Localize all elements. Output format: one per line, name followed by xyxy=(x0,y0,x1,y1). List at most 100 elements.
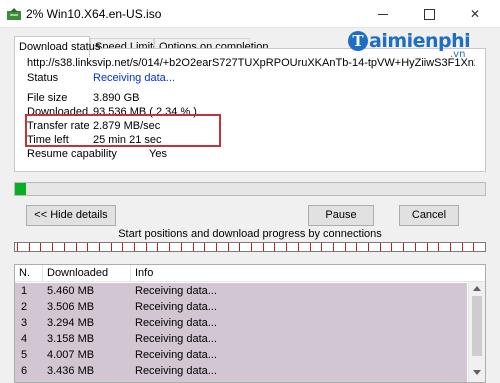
connection-marker xyxy=(181,243,182,251)
connection-marker xyxy=(403,243,404,251)
cell-number: 5 xyxy=(21,349,28,361)
scroll-down-icon[interactable] xyxy=(473,370,481,375)
connection-marker xyxy=(64,243,65,251)
connection-marker xyxy=(263,243,264,251)
cell-number: 3 xyxy=(21,317,28,329)
status-value: Receiving data... xyxy=(93,72,175,84)
vertical-scrollbar[interactable] xyxy=(468,282,485,382)
file-size-value: 3.890 GB xyxy=(93,92,140,104)
cell-downloaded: 3.696 MB xyxy=(47,379,94,382)
file-size-label: File size xyxy=(27,92,68,104)
table-row[interactable]: 5 4.007 MB Receiving data... xyxy=(15,347,467,363)
file-size-row: File size 3.890 GB xyxy=(27,92,467,106)
resume-row: Resume capability Yes xyxy=(27,148,467,162)
connection-marker xyxy=(216,243,217,251)
hide-details-button[interactable]: << Hide details xyxy=(26,205,116,226)
connection-marker xyxy=(99,243,100,251)
table-header: N. Downloaded Info xyxy=(15,265,485,282)
column-header-downloaded[interactable]: Downloaded xyxy=(43,265,131,282)
connection-marker xyxy=(391,243,392,251)
highlight-box xyxy=(25,114,221,147)
cell-number: 2 xyxy=(21,301,28,313)
cell-info: Receiving data... xyxy=(135,379,217,382)
connection-marker xyxy=(380,243,381,251)
connection-marker xyxy=(321,243,322,251)
connection-marker xyxy=(111,243,112,251)
scroll-up-icon[interactable] xyxy=(473,286,481,291)
download-dialog: Download status Speed Limiter Options on… xyxy=(0,28,500,383)
connection-marker xyxy=(76,243,77,251)
resume-value: Yes xyxy=(149,148,167,160)
connection-marker xyxy=(473,243,474,251)
logo-suffix: .vn xyxy=(450,49,466,60)
cell-downloaded: 3.294 MB xyxy=(47,317,95,329)
connections-progress-bar xyxy=(14,242,486,252)
connection-marker xyxy=(345,243,346,251)
pause-button[interactable]: Pause xyxy=(308,205,374,226)
scroll-thumb[interactable] xyxy=(472,296,482,356)
cell-number: 6 xyxy=(21,365,28,377)
cell-info: Receiving data... xyxy=(135,317,217,329)
connection-marker xyxy=(356,243,357,251)
connection-marker xyxy=(40,243,41,251)
connections-table: N. Downloaded Info 1 5.460 MB Receiving da… xyxy=(14,264,486,383)
cell-info: Receiving data... xyxy=(135,301,217,313)
title-bar: 2% Win10.X64.en-US.iso ✕ xyxy=(0,0,500,28)
cancel-button[interactable]: Cancel xyxy=(399,205,459,226)
cell-downloaded: 3.436 MB xyxy=(47,365,95,377)
connection-marker xyxy=(438,243,439,251)
connection-marker xyxy=(274,243,275,251)
download-progress-bar xyxy=(14,182,486,196)
connection-marker xyxy=(462,243,463,251)
connection-marker xyxy=(52,243,53,251)
connection-marker xyxy=(29,243,30,251)
column-header-info[interactable]: Info xyxy=(131,265,469,282)
cell-downloaded: 3.506 MB xyxy=(47,301,95,313)
connection-marker xyxy=(87,243,88,251)
close-button[interactable]: ✕ xyxy=(452,0,498,28)
connection-marker xyxy=(427,243,428,251)
connection-marker xyxy=(193,243,194,251)
table-row[interactable]: 3 3.294 MB Receiving data... xyxy=(15,315,467,331)
connection-marker xyxy=(169,243,170,251)
table-row[interactable]: 1 5.460 MB Receiving data... xyxy=(15,283,467,299)
connection-marker xyxy=(157,243,158,251)
minimize-button[interactable] xyxy=(360,0,406,28)
connection-marker xyxy=(122,243,123,251)
connection-marker xyxy=(134,243,135,251)
watermark-logo: T aimienphi .vn xyxy=(348,29,488,69)
connection-marker xyxy=(17,243,18,251)
connection-marker xyxy=(450,243,451,251)
connection-marker xyxy=(146,243,147,251)
cell-number: 4 xyxy=(21,333,28,345)
tab-download-status[interactable]: Download status xyxy=(14,36,100,57)
connection-marker xyxy=(333,243,334,251)
progress-fill xyxy=(15,183,26,195)
connection-marker xyxy=(251,243,252,251)
cell-info: Receiving data... xyxy=(135,333,217,345)
connections-label: Start positions and download progress by… xyxy=(118,228,382,240)
cell-number: 7 xyxy=(21,379,27,382)
cell-downloaded: 4.007 MB xyxy=(47,349,95,361)
maximize-button[interactable] xyxy=(406,0,452,28)
idm-download-icon xyxy=(7,8,21,20)
cell-downloaded: 5.460 MB xyxy=(47,285,95,297)
status-label: Status xyxy=(27,72,59,84)
cell-info: Receiving data... xyxy=(135,349,217,361)
connection-marker xyxy=(228,243,229,251)
table-row[interactable]: 4 3.158 MB Receiving data... xyxy=(15,331,467,347)
connection-marker xyxy=(204,243,205,251)
connection-marker xyxy=(415,243,416,251)
table-row[interactable]: 7 3.696 MB Receiving data... xyxy=(15,379,467,382)
resume-label: Resume capability xyxy=(27,148,117,160)
table-row[interactable]: 6 3.436 MB Receiving data... xyxy=(15,363,467,379)
connection-marker xyxy=(310,243,311,251)
cell-info: Receiving data... xyxy=(135,365,217,377)
logo-initial: T xyxy=(348,31,368,51)
cell-downloaded: 3.158 MB xyxy=(47,333,95,345)
cell-number: 1 xyxy=(21,285,28,297)
table-row[interactable]: 2 3.506 MB Receiving data... xyxy=(15,299,467,315)
column-header-number[interactable]: N. xyxy=(15,265,43,282)
connection-marker xyxy=(286,243,287,251)
window-title: 2% Win10.X64.en-US.iso xyxy=(26,7,162,21)
